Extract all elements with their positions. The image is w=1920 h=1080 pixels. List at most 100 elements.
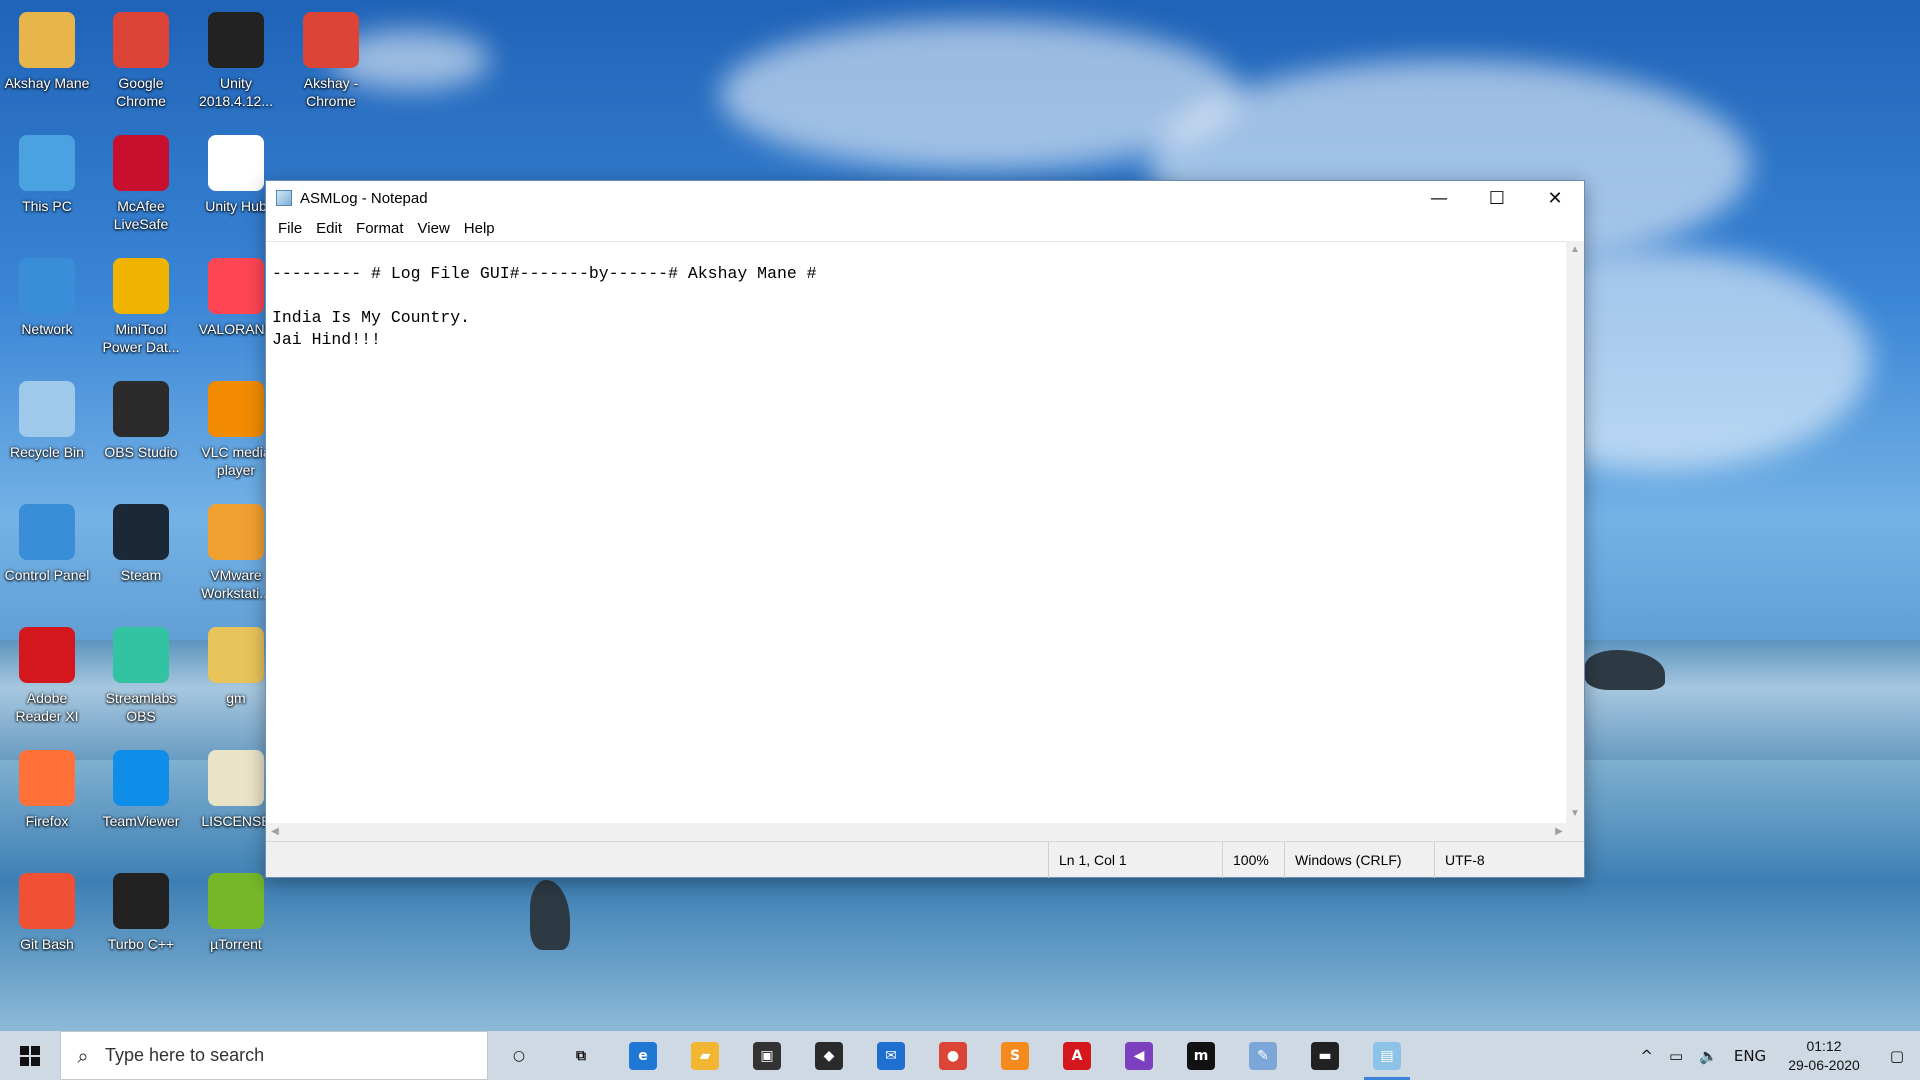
desktop-icon-teamviewer[interactable]: TeamViewer bbox=[98, 744, 184, 844]
desktop-icon-user-folder[interactable]: Akshay Mane bbox=[4, 6, 90, 106]
cortana-icon: ○ bbox=[512, 1047, 526, 1064]
search-box[interactable]: ⌕ Type here to search bbox=[60, 1031, 488, 1080]
taskbar-adobe-reader[interactable]: A bbox=[1046, 1031, 1108, 1080]
menu-format[interactable]: Format bbox=[350, 220, 412, 237]
desktop-icon-unity[interactable]: Unity 2018.4.12... bbox=[193, 6, 279, 109]
menu-view[interactable]: View bbox=[412, 220, 458, 237]
msdn-icon: m bbox=[1187, 1041, 1215, 1070]
desktop-icon-minitool[interactable]: MiniTool Power Dat... bbox=[98, 252, 184, 355]
windows-logo-icon bbox=[20, 1045, 40, 1066]
desktop-icon-adobe-reader[interactable]: Adobe Reader XI bbox=[4, 621, 90, 724]
taskbar-chrome[interactable]: ● bbox=[922, 1031, 984, 1080]
clock-date: 29-06-2020 bbox=[1788, 1056, 1860, 1073]
edge-icon: e bbox=[629, 1041, 657, 1070]
clock[interactable]: 01:12 29-06-2020 bbox=[1774, 1037, 1874, 1075]
minimize-button[interactable]: — bbox=[1410, 181, 1468, 215]
desktop-icon-git-bash[interactable]: Git Bash bbox=[4, 867, 90, 967]
menu-edit[interactable]: Edit bbox=[310, 220, 350, 237]
desktop-icon-streamlabs[interactable]: Streamlabs OBS bbox=[98, 621, 184, 724]
taskbar-terminal[interactable]: ▬ bbox=[1294, 1031, 1356, 1080]
computer-icon bbox=[19, 135, 75, 191]
taskbar-mail[interactable]: ✉ bbox=[860, 1031, 922, 1080]
taskbar-file-explorer[interactable]: ▰ bbox=[674, 1031, 736, 1080]
desktop-icon-obs[interactable]: OBS Studio bbox=[98, 375, 184, 475]
vertical-scrollbar[interactable]: ▲ ▼ bbox=[1566, 241, 1584, 823]
menu-file[interactable]: File bbox=[272, 220, 310, 237]
sublime-text-icon: S bbox=[1001, 1041, 1029, 1070]
menu-help[interactable]: Help bbox=[458, 220, 503, 237]
desktop-icon-label: Unity 2018.4.12... bbox=[199, 75, 273, 109]
terminal-icon: ▬ bbox=[1311, 1041, 1339, 1070]
predator-icon: ◆ bbox=[815, 1041, 843, 1070]
resize-grip[interactable] bbox=[1566, 823, 1584, 841]
system-tray: ^ ▭ 🔈 ENG 01:12 29-06-2020 ▢ bbox=[1632, 1031, 1920, 1080]
status-bar: Ln 1, Col 1 100% Windows (CRLF) UTF-8 bbox=[266, 841, 1584, 878]
folder-icon bbox=[208, 627, 264, 683]
close-button[interactable]: ✕ bbox=[1526, 181, 1584, 215]
taskbar-sublime-text[interactable]: S bbox=[984, 1031, 1046, 1080]
desktop-icon-label: Akshay Mane bbox=[4, 75, 90, 91]
notifications-icon[interactable]: ▢ bbox=[1874, 1047, 1920, 1065]
chrome-profile-icon bbox=[303, 12, 359, 68]
taskbar-task-view[interactable]: ⧉ bbox=[550, 1031, 612, 1080]
taskbar-visual-studio[interactable]: ◀ bbox=[1108, 1031, 1170, 1080]
language-indicator[interactable]: ENG bbox=[1726, 1047, 1774, 1065]
desktop-icon-chrome[interactable]: Google Chrome bbox=[98, 6, 184, 109]
notepad-window[interactable]: ASMLog - Notepad — ☐ ✕ File Edit Format … bbox=[265, 180, 1585, 878]
text-editor[interactable]: --------- # Log File GUI#-------by------… bbox=[266, 241, 1568, 823]
start-button[interactable] bbox=[0, 1031, 60, 1080]
recycle-bin-icon bbox=[19, 381, 75, 437]
search-placeholder: Type here to search bbox=[105, 1045, 265, 1065]
teamviewer-icon bbox=[113, 750, 169, 806]
taskbar-predator[interactable]: ◆ bbox=[798, 1031, 860, 1080]
desktop-icon-label: This PC bbox=[22, 198, 72, 214]
scroll-left-icon[interactable]: ◀ bbox=[266, 823, 284, 841]
desktop-icon-mcafee[interactable]: McAfee LiveSafe bbox=[98, 129, 184, 232]
task-view-icon: ⧉ bbox=[576, 1047, 586, 1064]
valorant-icon bbox=[208, 258, 264, 314]
desktop-icon-network[interactable]: Network bbox=[4, 252, 90, 352]
desktop-icon-recycle-bin[interactable]: Recycle Bin bbox=[4, 375, 90, 475]
title-bar[interactable]: ASMLog - Notepad — ☐ ✕ bbox=[266, 181, 1584, 215]
volume-icon[interactable]: 🔈 bbox=[1691, 1047, 1726, 1065]
desktop-icon-label: Firefox bbox=[25, 813, 69, 829]
control-panel-icon bbox=[19, 504, 75, 560]
mcafee-icon bbox=[113, 135, 169, 191]
battery-icon[interactable]: ▭ bbox=[1661, 1047, 1691, 1065]
taskbar-microsoft-store[interactable]: ▣ bbox=[736, 1031, 798, 1080]
desktop-icon-steam[interactable]: Steam bbox=[98, 498, 184, 598]
clock-time: 01:12 bbox=[1806, 1037, 1842, 1054]
desktop-icon-label: TeamViewer bbox=[102, 813, 180, 829]
adobe-reader-icon: A bbox=[1063, 1041, 1091, 1070]
minitool-icon bbox=[113, 258, 169, 314]
taskbar-notepad[interactable]: ▤ bbox=[1356, 1031, 1418, 1080]
show-hidden-icons-icon[interactable]: ^ bbox=[1632, 1047, 1661, 1065]
desktop-icon-label: µTorrent bbox=[210, 936, 262, 952]
vmware-icon bbox=[208, 504, 264, 560]
taskbar-msdn[interactable]: m bbox=[1170, 1031, 1232, 1080]
horizontal-scrollbar[interactable]: ◀ ▶ bbox=[266, 823, 1568, 841]
desktop-icon-label: Akshay - Chrome bbox=[303, 75, 359, 109]
taskbar-cortana[interactable]: ○ bbox=[488, 1031, 550, 1080]
unity-icon bbox=[208, 12, 264, 68]
desktop-icon-utorrent[interactable]: µTorrent bbox=[193, 867, 279, 967]
paint-icon: ✎ bbox=[1249, 1041, 1277, 1070]
desktop-icon-computer[interactable]: This PC bbox=[4, 129, 90, 229]
maximize-button[interactable]: ☐ bbox=[1468, 181, 1526, 215]
scroll-up-icon[interactable]: ▲ bbox=[1566, 241, 1584, 259]
desktop-icon-label: Adobe Reader XI bbox=[15, 690, 79, 724]
desktop-icon-turbo-cpp[interactable]: Turbo C++ bbox=[98, 867, 184, 967]
streamlabs-icon bbox=[113, 627, 169, 683]
cursor-position: Ln 1, Col 1 bbox=[1048, 841, 1222, 878]
desktop-icon-control-panel[interactable]: Control Panel bbox=[4, 498, 90, 598]
mail-icon: ✉ bbox=[877, 1041, 905, 1070]
taskbar-paint[interactable]: ✎ bbox=[1232, 1031, 1294, 1080]
user-folder-icon bbox=[19, 12, 75, 68]
scroll-down-icon[interactable]: ▼ bbox=[1566, 805, 1584, 823]
desktop-icon-chrome-profile[interactable]: Akshay - Chrome bbox=[288, 6, 374, 109]
desktop-icon-firefox[interactable]: Firefox bbox=[4, 744, 90, 844]
obs-icon bbox=[113, 381, 169, 437]
taskbar-edge[interactable]: e bbox=[612, 1031, 674, 1080]
desktop-icon-label: Network bbox=[21, 321, 73, 337]
search-icon: ⌕ bbox=[77, 1043, 89, 1068]
